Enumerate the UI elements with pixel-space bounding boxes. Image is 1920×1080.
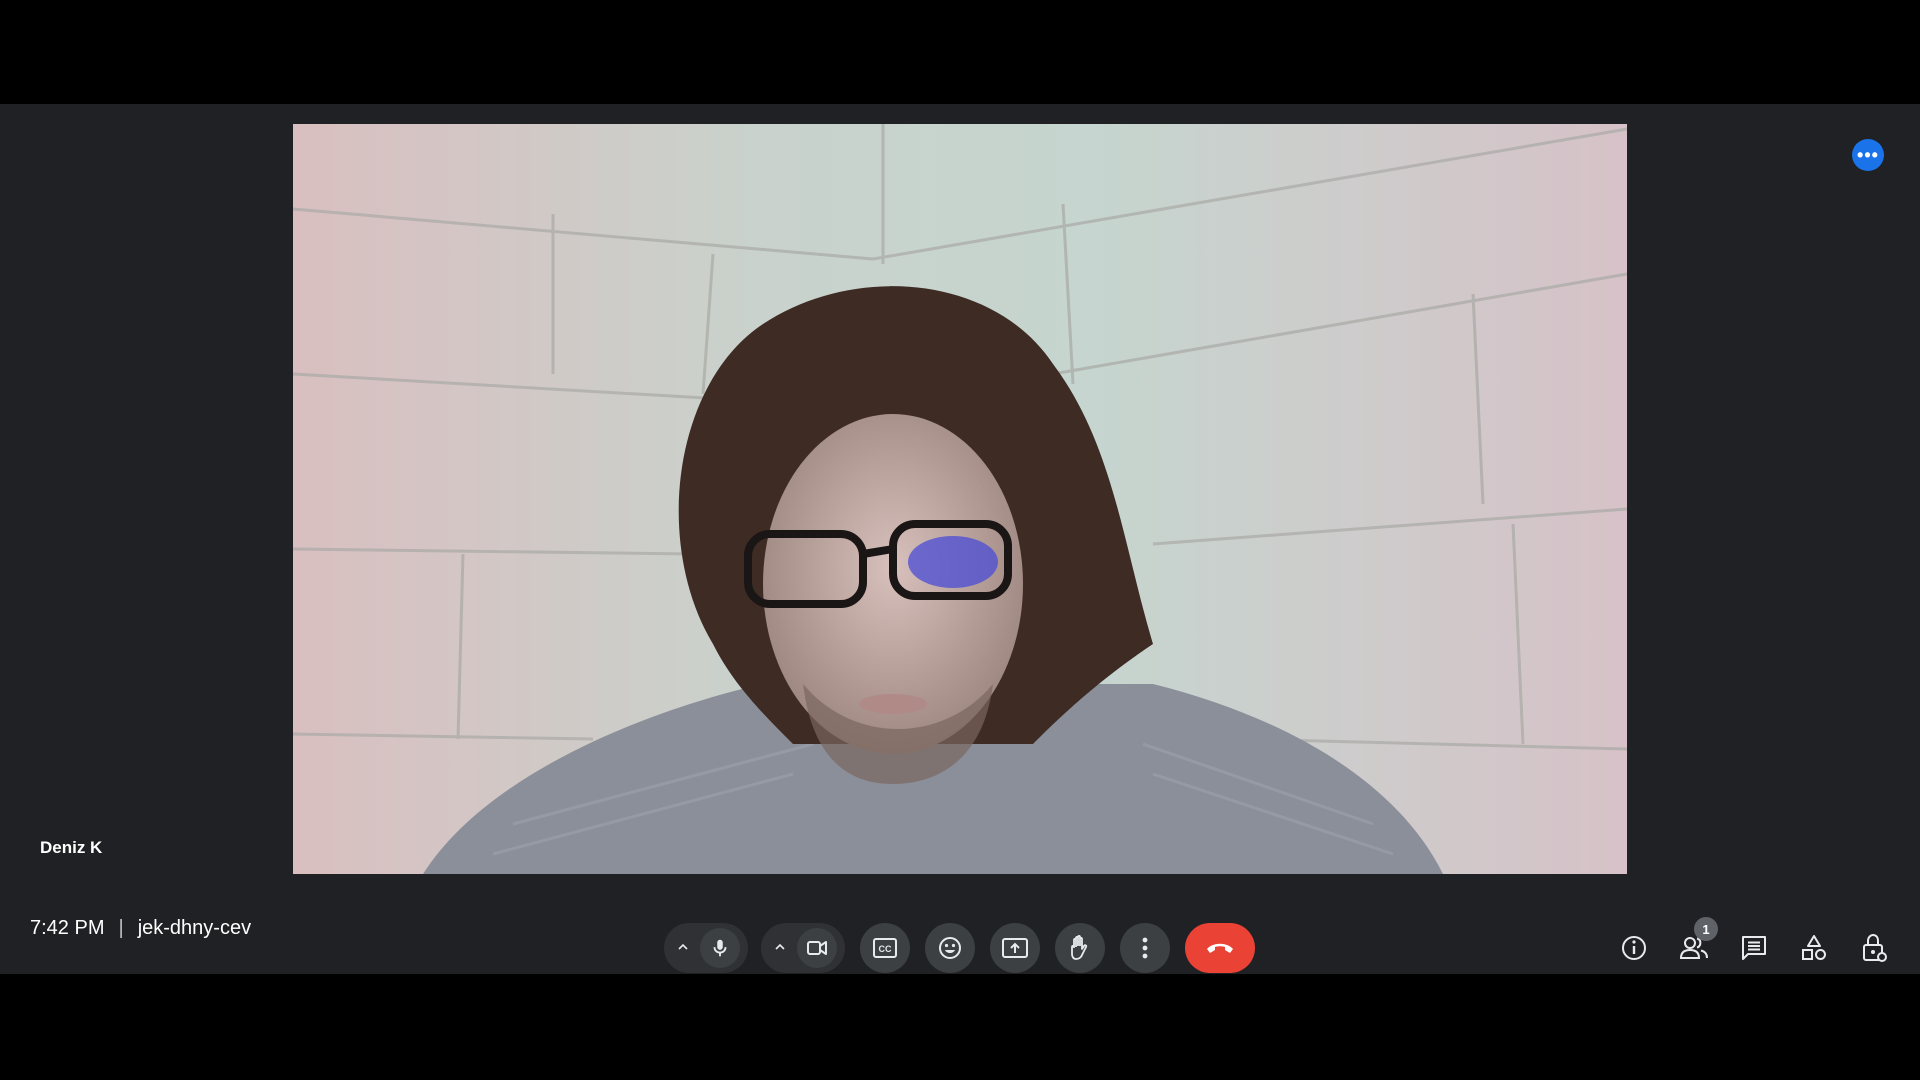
captions-button[interactable]: CC [860,923,910,973]
info-icon [1622,936,1646,960]
participant-name: Deniz K [40,838,103,857]
activities-button[interactable] [1794,928,1834,968]
chat-icon [1742,936,1766,960]
more-horizontal-icon: ••• [1857,145,1879,165]
more-options-button[interactable] [1120,923,1170,973]
emoji-reaction-button[interactable] [925,923,975,973]
camera-button[interactable] [797,928,837,968]
participant-video [293,124,1627,874]
more-options-icon [1142,937,1148,959]
camera-control [761,923,845,973]
captions-icon: CC [873,938,897,958]
tile-options-button[interactable]: ••• [1852,139,1884,171]
emoji-icon [939,937,961,959]
video-options-caret-icon[interactable] [775,939,785,957]
meet-window: Deniz K ••• 7:42 PM | jek-dhny-cev CC 1 [0,104,1920,974]
microphone-control [664,923,748,973]
audio-options-caret-icon[interactable] [678,939,688,957]
meeting-details-button[interactable] [1614,928,1654,968]
chat-button[interactable] [1734,928,1774,968]
microphone-icon [713,939,727,957]
end-call-icon [1207,943,1233,953]
end-call-button[interactable] [1185,923,1255,973]
raise-hand-button[interactable] [1055,923,1105,973]
present-screen-icon [1002,938,1028,958]
participant-count-badge: 1 [1694,917,1718,941]
call-controls: CC 1 [0,917,1920,985]
microphone-button[interactable] [700,928,740,968]
camera-icon [807,941,827,955]
host-controls-icon [1863,933,1887,962]
svg-text:CC: CC [879,944,892,954]
video-frame-image [293,124,1627,874]
present-screen-button[interactable] [990,923,1040,973]
raise-hand-icon [1071,934,1088,960]
host-controls-button[interactable] [1854,928,1894,968]
activities-icon [1802,935,1826,960]
